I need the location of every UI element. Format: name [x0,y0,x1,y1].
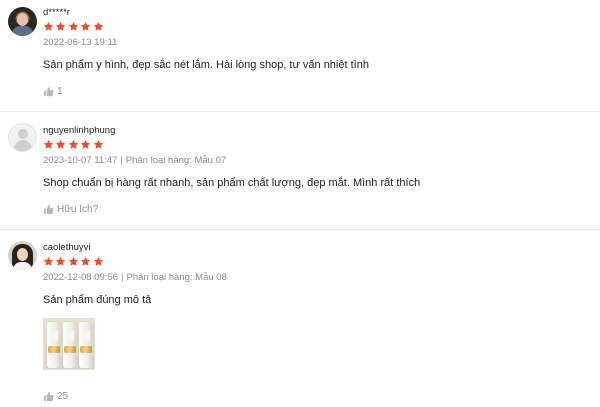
username[interactable]: nguyenlinhphung [43,125,115,136]
star-icon [68,21,79,32]
helpful-label: Hữu Ích? [57,204,99,215]
review-date: 2023-10-07 11:47 [43,155,118,166]
thumbs-up-icon [43,86,54,97]
review-meta: 2023-10-07 11:47 | Phân loại hàng: Mẫu 07 [43,155,226,166]
star-icon [93,21,104,32]
star-icon [80,139,91,150]
review-date: 2022-06-13 19:11 [43,37,118,48]
review-content: Shop chuẩn bị hàng rất nhanh, sản phẩm c… [43,177,421,189]
review-variation: Phân loại hàng: Mẫu 08 [126,272,227,283]
star-icon [80,256,91,267]
review-variation: Phân loại hàng: Mẫu 07 [125,155,227,166]
star-icon [93,256,104,267]
review-content: Sản phẩm y hình, đẹp sắc nét lắm. Hài lò… [43,59,369,71]
like-button[interactable]: 25 [43,391,68,402]
review-photo[interactable] [43,318,95,370]
star-icon [68,256,79,267]
thumbs-up-icon [43,204,54,215]
meta-separator: | [121,272,124,283]
review-date: 2022-12-08 09:56 [43,272,119,283]
star-icon [68,139,79,150]
review-meta: 2022-12-08 09:56 | Phân loại hàng: Mẫu 08 [43,272,227,283]
star-icon [55,21,66,32]
username[interactable]: d*****r [43,7,70,18]
review-item: nguyenlinhphung 2023-10-07 11:47 | Phân lo… [0,112,600,229]
star-icon [43,21,54,32]
star-icon [43,256,54,267]
like-count: 1 [57,86,63,97]
star-rating [43,256,104,267]
avatar[interactable] [8,241,37,270]
review-item: caolethuyvi 2022-12-08 09:56 | Phân loại h… [0,230,600,407]
star-rating [43,139,104,150]
like-button[interactable]: Hữu Ích? [43,204,98,215]
star-icon [43,139,54,150]
avatar[interactable] [8,123,37,152]
review-meta: 2022-06-13 19:11 [43,37,117,48]
star-icon [55,139,66,150]
meta-separator: | [120,155,123,166]
like-button[interactable]: 1 [43,86,63,97]
review-content: Sản phẩm đúng mô tả [43,294,152,306]
username[interactable]: caolethuyvi [43,242,91,253]
star-icon [80,21,91,32]
thumbs-up-icon [43,391,54,402]
avatar[interactable] [8,7,37,36]
star-rating [43,21,104,32]
like-count: 25 [57,391,69,402]
review-item: d*****r 2022-06-13 19:11 Sản phẩm y hình… [0,0,600,111]
star-icon [55,256,66,267]
star-icon [93,139,104,150]
